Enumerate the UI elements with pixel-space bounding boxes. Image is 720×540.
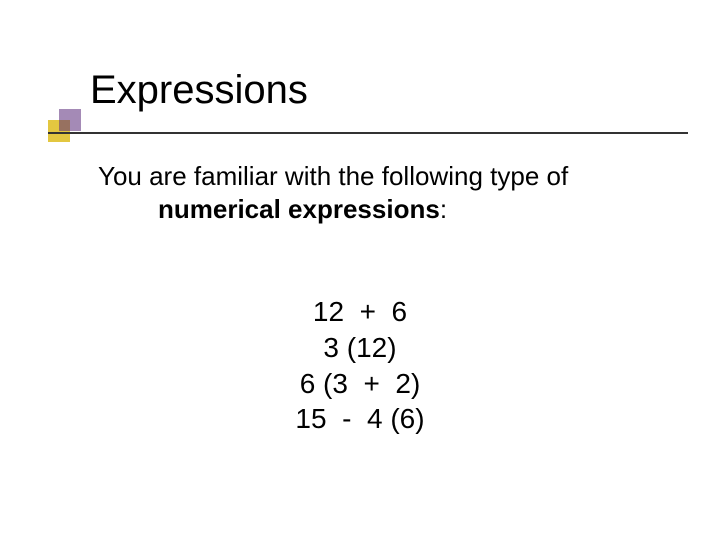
expression-1: 12 + 6: [0, 294, 720, 330]
title-block: Expressions: [90, 68, 308, 113]
body-bold: numerical expressions: [158, 194, 440, 224]
title-underline: [48, 132, 688, 134]
body-text: You are familiar with the following type…: [98, 160, 660, 225]
slide: Expressions You are familiar with the fo…: [0, 0, 720, 540]
slide-title: Expressions: [90, 68, 308, 113]
expression-2: 3 (12): [0, 330, 720, 366]
expression-4: 15 - 4 (6): [0, 401, 720, 437]
body-tail: :: [440, 194, 447, 224]
body-line-2: numerical expressions:: [98, 193, 447, 226]
expression-list: 12 + 6 3 (12) 6 (3 + 2) 15 - 4 (6): [0, 294, 720, 437]
expression-3: 6 (3 + 2): [0, 366, 720, 402]
accent-square-purple: [59, 109, 81, 131]
body-line-1: You are familiar with the following type…: [98, 161, 568, 191]
